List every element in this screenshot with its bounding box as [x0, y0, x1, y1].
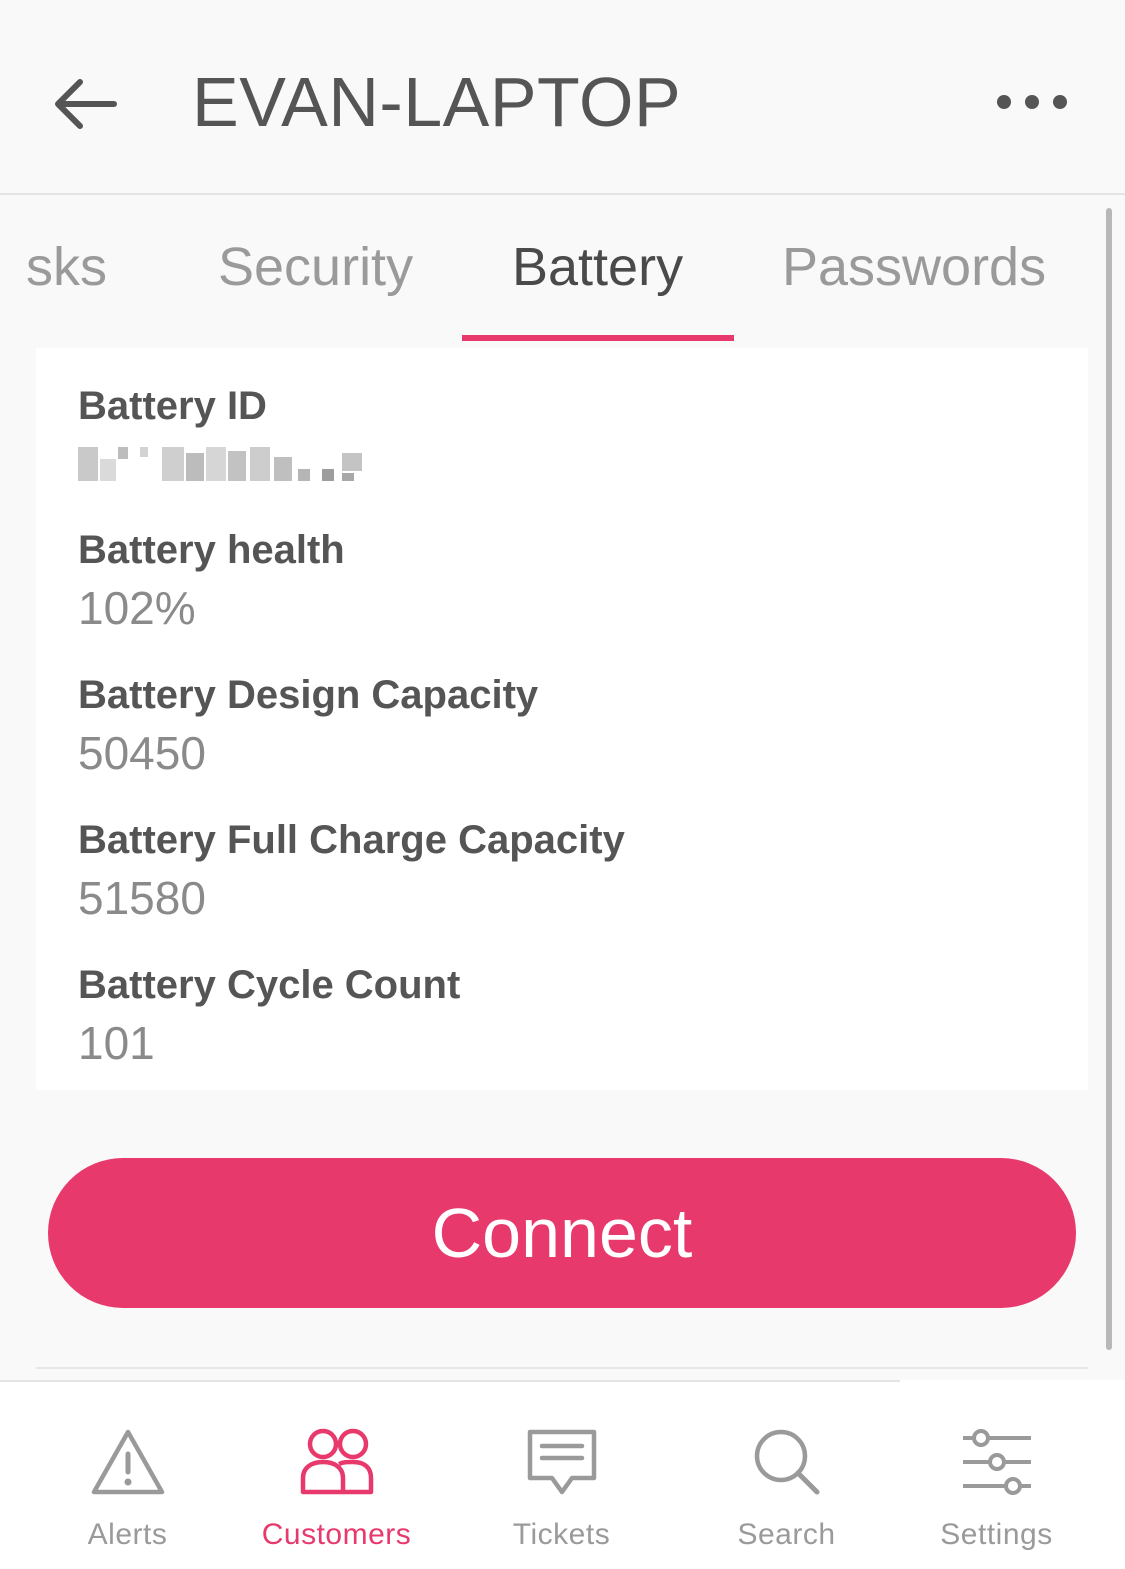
page-title: EVAN-LAPTOP [192, 63, 682, 141]
more-horizontal-icon [997, 95, 1067, 109]
active-tab-indicator [462, 335, 734, 341]
alert-triangle-icon [91, 1429, 164, 1495]
field-label: Battery health [78, 528, 345, 572]
device-detail-screen: EVAN-LAPTOP sks Security Battery Passwor… [0, 0, 1125, 1569]
field-label: Battery ID [78, 384, 267, 428]
battery-full-charge-capacity-field: Battery Full Charge Capacity 51580 [78, 818, 625, 925]
arrow-left-icon [55, 79, 117, 129]
header-bar: EVAN-LAPTOP [0, 0, 1125, 195]
tab-passwords[interactable]: Passwords [782, 236, 1046, 298]
battery-health-field: Battery health 102% [78, 528, 345, 635]
nav-label: Search [737, 1518, 836, 1551]
field-label: Battery Full Charge Capacity [78, 818, 625, 862]
nav-label: Tickets [512, 1518, 611, 1551]
nav-label: Customers [261, 1518, 412, 1551]
tab-security[interactable]: Security [218, 236, 413, 298]
battery-info-card: Battery ID Battery health 102% Battery D… [36, 348, 1088, 1090]
redacted-value [78, 447, 368, 487]
nav-item-customers[interactable]: Customers [224, 1380, 449, 1569]
connect-button[interactable]: Connect [48, 1158, 1076, 1308]
back-button[interactable] [50, 74, 118, 134]
nav-label: Settings [940, 1518, 1053, 1551]
nav-item-alerts[interactable]: Alerts [15, 1380, 240, 1569]
field-label: Battery Cycle Count [78, 963, 461, 1007]
field-value: 102% [78, 582, 196, 634]
message-square-icon [527, 1429, 596, 1495]
sliders-icon [962, 1429, 1031, 1495]
field-value: 101 [78, 1017, 155, 1069]
nav-item-search[interactable]: Search [674, 1380, 899, 1569]
nav-item-tickets[interactable]: Tickets [449, 1380, 674, 1569]
nav-item-settings[interactable]: Settings [884, 1380, 1109, 1569]
battery-cycle-count-field: Battery Cycle Count 101 [78, 963, 460, 1070]
tab-battery[interactable]: Battery [512, 236, 683, 298]
field-value: 51580 [78, 872, 206, 924]
bottom-navigation: Alerts Customers Tickets Search Settings [0, 1380, 1125, 1569]
tab-tasks[interactable]: sks [26, 236, 107, 298]
battery-id-field: Battery ID [78, 384, 368, 487]
battery-design-capacity-field: Battery Design Capacity 50450 [78, 673, 538, 780]
search-icon [754, 1429, 819, 1495]
more-options-button[interactable] [990, 84, 1074, 120]
field-value: 50450 [78, 727, 206, 779]
scrollbar[interactable] [1106, 208, 1112, 1350]
tab-bar: sks Security Battery Passwords [0, 196, 1104, 346]
divider [36, 1367, 1088, 1369]
field-label: Battery Design Capacity [78, 673, 539, 717]
nav-label: Alerts [87, 1518, 168, 1551]
users-icon [300, 1428, 373, 1495]
